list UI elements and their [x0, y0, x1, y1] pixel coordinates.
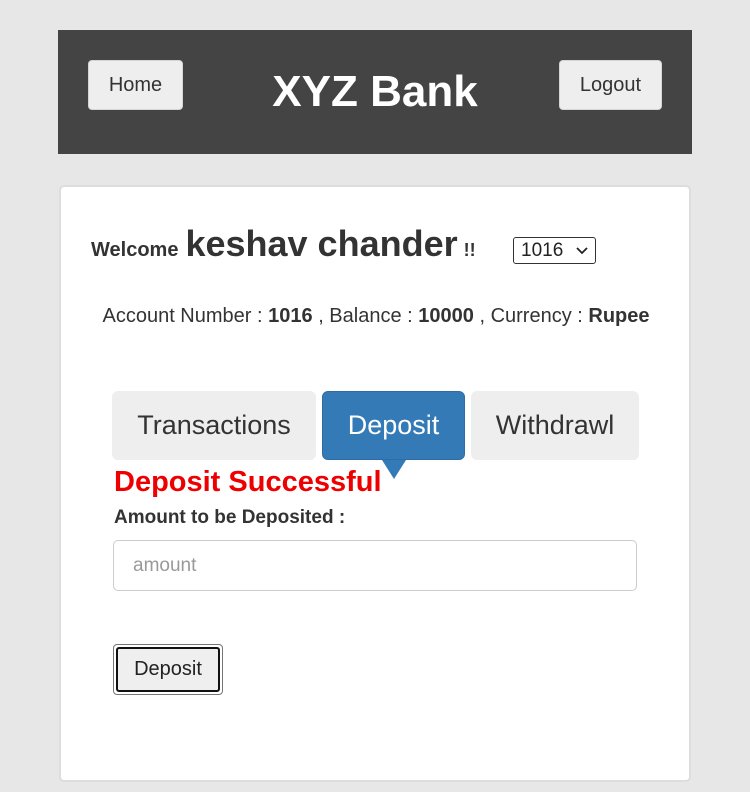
- welcome-line: Welcome keshav chander !!: [91, 223, 476, 265]
- balance-value: 10000: [418, 305, 474, 327]
- customer-panel: Welcome keshav chander !! 1016 Account N…: [59, 185, 691, 782]
- customer-name: keshav chander: [185, 223, 458, 264]
- account-number-label: Account Number :: [102, 305, 263, 327]
- balance-label: , Balance :: [318, 305, 413, 327]
- logout-button[interactable]: Logout: [559, 60, 662, 110]
- amount-label: Amount to be Deposited :: [114, 507, 346, 528]
- chevron-down-icon: [576, 247, 588, 255]
- deposit-success-message: Deposit Successful: [114, 466, 382, 498]
- tab-transactions[interactable]: Transactions: [112, 391, 316, 460]
- welcome-text: Welcome: [91, 239, 179, 261]
- amount-input[interactable]: [113, 540, 637, 591]
- tab-withdrawl[interactable]: Withdrawl: [471, 391, 639, 460]
- currency-label: , Currency :: [479, 305, 583, 327]
- account-info: Account Number : 1016 , Balance : 10000 …: [91, 301, 661, 332]
- deposit-submit-label: Deposit: [116, 647, 220, 692]
- account-number-value: 1016: [268, 305, 313, 327]
- active-tab-pointer: [382, 460, 406, 479]
- tab-deposit[interactable]: Deposit: [322, 391, 465, 460]
- account-select-value: 1016: [521, 239, 564, 261]
- account-select[interactable]: 1016: [513, 237, 596, 264]
- top-header: Home XYZ Bank Logout: [58, 30, 692, 154]
- welcome-suffix: !!: [463, 240, 476, 260]
- currency-value: Rupee: [588, 305, 650, 327]
- deposit-submit-button[interactable]: Deposit: [113, 644, 223, 695]
